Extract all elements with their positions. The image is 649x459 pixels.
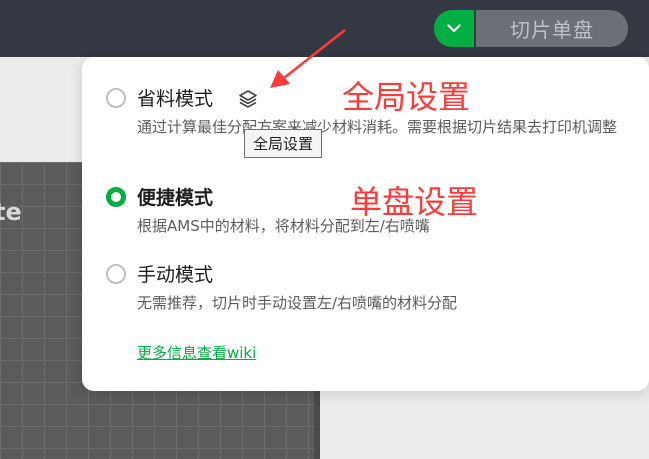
radio-convenient[interactable] bbox=[106, 187, 126, 207]
radio-save-material[interactable] bbox=[106, 88, 126, 108]
global-setting-tooltip: 全局设置 bbox=[244, 129, 323, 158]
mode-desc-manual: 无需推荐，切片时手动设置左/右喷嘴的材料分配 bbox=[137, 294, 458, 312]
annotation-arrow bbox=[270, 29, 346, 88]
mode-desc-save-material: 通过计算最佳分配方案来减少材料消耗。需要根据切片结果去打印机调整 bbox=[137, 118, 618, 136]
more-info-wiki-link[interactable]: 更多信息查看wiki bbox=[137, 342, 256, 363]
radio-manual[interactable] bbox=[106, 264, 126, 284]
chevron-down-icon bbox=[447, 24, 461, 33]
slice-mode-dropdown-toggle[interactable] bbox=[434, 10, 474, 47]
plate-label: te bbox=[0, 198, 22, 226]
mode-title-manual: 手动模式 bbox=[137, 264, 214, 286]
mode-title-convenient: 便捷模式 bbox=[137, 187, 214, 209]
annotation-global-setting: 全局设置 bbox=[342, 78, 471, 116]
slice-button-group: 切片单盘 bbox=[434, 10, 628, 47]
annotation-single-plate-setting: 单盘设置 bbox=[350, 183, 479, 221]
mode-title-save-material: 省料模式 bbox=[137, 88, 214, 110]
layers-icon[interactable] bbox=[238, 89, 258, 109]
slice-plate-button[interactable]: 切片单盘 bbox=[476, 10, 628, 47]
